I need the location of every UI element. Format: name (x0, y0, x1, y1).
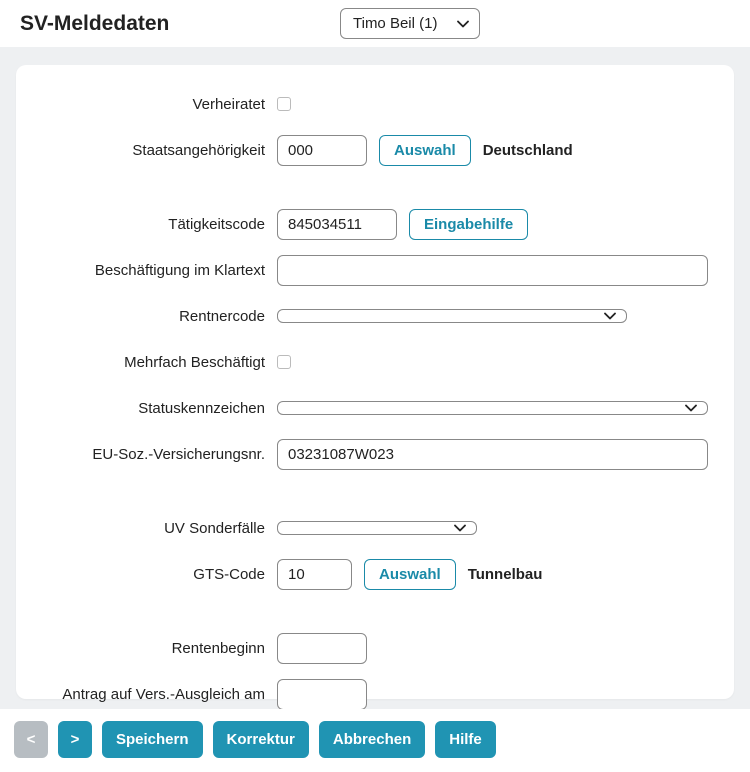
label-gts: GTS-Code (42, 566, 277, 583)
button-cancel[interactable]: Abbrechen (319, 721, 425, 758)
label-eu-soz: EU-Soz.-Versicherungsnr. (42, 446, 277, 463)
chevron-down-icon (685, 404, 697, 412)
button-gts-auswahl[interactable]: Auswahl (364, 559, 456, 590)
chevron-down-icon (454, 524, 466, 532)
select-statuskennzeichen[interactable] (277, 401, 708, 415)
input-antrag[interactable] (277, 679, 367, 710)
input-staat[interactable] (277, 135, 367, 166)
checkbox-verheiratet[interactable] (277, 97, 291, 111)
select-rentnercode[interactable] (277, 309, 627, 323)
text-staat-resolved: Deutschland (483, 142, 573, 159)
checkbox-mehrfach[interactable] (277, 355, 291, 369)
footer-toolbar: < > Speichern Korrektur Abbrechen Hilfe (0, 709, 750, 772)
form-stage: Verheiratet Staatsangehörigkeit Auswahl … (0, 47, 750, 709)
label-rentenbeginn: Rentenbeginn (42, 640, 277, 657)
button-save[interactable]: Speichern (102, 721, 203, 758)
button-help[interactable]: Hilfe (435, 721, 496, 758)
button-next[interactable]: > (58, 721, 92, 758)
label-besch-klartext: Beschäftigung im Klartext (42, 262, 277, 279)
input-taetigkeit[interactable] (277, 209, 397, 240)
chevron-down-icon (604, 312, 616, 320)
input-eu-soz[interactable] (277, 439, 708, 470)
label-rentnercode: Rentnercode (42, 308, 277, 325)
header: SV-Meldedaten Timo Beil (1) (0, 0, 750, 47)
text-gts-resolved: Tunnelbau (468, 566, 543, 583)
select-uv-sonder[interactable] (277, 521, 477, 535)
button-prev[interactable]: < (14, 721, 48, 758)
input-besch-klartext[interactable] (277, 255, 708, 286)
label-mehrfach: Mehrfach Beschäftigt (42, 354, 277, 371)
label-statuskennzeichen: Statuskennzeichen (42, 400, 277, 417)
label-staat: Staatsangehörigkeit (42, 142, 277, 159)
label-verheiratet: Verheiratet (42, 96, 277, 113)
button-eingabehilfe[interactable]: Eingabehilfe (409, 209, 528, 240)
chevron-down-icon (457, 20, 469, 28)
input-rentenbeginn[interactable] (277, 633, 367, 664)
employee-select[interactable]: Timo Beil (1) (340, 8, 480, 39)
button-staat-auswahl[interactable]: Auswahl (379, 135, 471, 166)
form-card: Verheiratet Staatsangehörigkeit Auswahl … (16, 65, 734, 699)
label-antrag: Antrag auf Vers.-Ausgleich am (42, 686, 277, 703)
page-title: SV-Meldedaten (20, 12, 169, 36)
button-korrektur[interactable]: Korrektur (213, 721, 309, 758)
input-gts[interactable] (277, 559, 352, 590)
employee-select-value: Timo Beil (1) (353, 15, 437, 32)
label-uv-sonder: UV Sonderfälle (42, 520, 277, 537)
label-taetigkeit: Tätigkeitscode (42, 216, 277, 233)
